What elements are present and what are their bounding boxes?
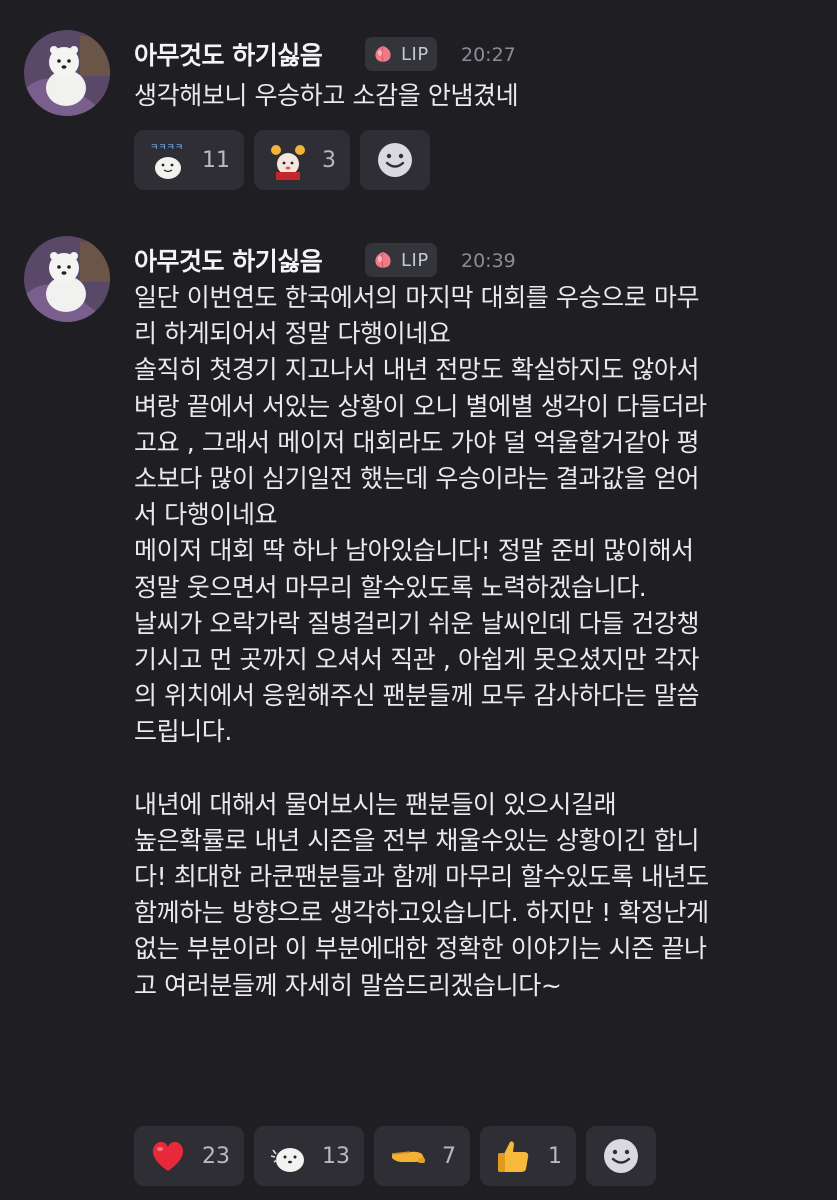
message-line: 정말 웃으면서 마무리 할수있도록 노력하겠습니다. [134,572,647,602]
svg-text:ㅋㅋㅋㅋ: ㅋㅋㅋㅋ [150,143,183,153]
polar-bear-avatar-icon [24,236,110,322]
reaction-count: 23 [202,1143,230,1169]
smiley-add-icon [604,1139,638,1173]
message-line: 높은확률로 내년 시즌을 전부 채울수있는 상황이긴 합니 [134,825,700,855]
reaction-count: 13 [322,1143,350,1169]
reaction-chip[interactable]: 7 [374,1126,470,1186]
badge-label: LIP [401,249,429,271]
message-line-blank [134,750,814,786]
message-body: 일단 이번연도 한국에서의 마지막 대회를 우승으로 마무 리 하게되어서 정말… [134,280,814,1004]
red-heart-icon [146,1134,190,1178]
message-line: 서 다행이네요 [134,500,278,530]
lip-badge: LIP [365,243,437,277]
lip-badge: LIP [365,37,437,71]
timestamp: 20:39 [461,250,516,272]
peach-badge-icon [375,252,391,268]
smiley-add-icon [378,143,412,177]
message-line: 솔직히 첫경기 지고나서 내년 전망도 확실하지도 않아서 [134,355,700,385]
bear-sticker-icon: ㅋㅋㅋㅋ [146,138,190,182]
message-line: 생각해보니 우승하고 소감을 안냄겼네 [134,81,519,110]
polar-bear-avatar-icon [24,30,110,116]
message-line: 고요 , 그래서 메이저 대회라도 가야 덜 억울할거같아 평 [134,427,700,457]
reaction-bar: 23 13 7 1 [134,1126,656,1186]
reaction-chip[interactable]: 13 [254,1126,364,1186]
message-body: 생각해보니 우승하고 소감을 안냄겼네 [134,78,814,114]
message-line: 메이저 대회 딱 하나 남아있습니다! 정말 준비 많이해서 [134,536,694,566]
avatar[interactable] [24,236,110,322]
reaction-count: 11 [202,147,230,173]
reaction-count: 3 [322,147,336,173]
timestamp: 20:27 [461,44,516,66]
author-name[interactable]: 아무것도 하기싫음 [134,36,323,72]
message-line: 함께하는 방향으로 생각하고있습니다. 하지만 ! 확정난게 [134,898,709,928]
reaction-chip[interactable]: ㅋㅋㅋㅋ 11 [134,130,244,190]
message-line: 의 위치에서 응원해주신 팬분들께 모두 감사하다는 말씀 [134,681,700,711]
message-line: 없는 부분이라 이 부분에대한 정확한 이야기는 시즌 끝나 [134,934,707,964]
message-line: 기시고 먼 곳까지 오셔서 직관 , 아쉽게 못오셨지만 각자 [134,644,700,674]
message-line: 내년에 대해서 물어보시는 팬분들이 있으시길래 [134,789,617,819]
cheer-character-icon [266,138,310,182]
author-name[interactable]: 아무것도 하기싫음 [134,242,323,278]
message-line: 벼랑 끝에서 서있는 상황이 오니 별에별 생각이 다들더라 [134,391,707,421]
badge-label: LIP [401,43,429,65]
message-line: 날씨가 오락가락 질병걸리기 쉬운 날씨인데 다들 건강챙 [134,608,700,638]
thumbs-up-icon [492,1134,536,1178]
reaction-chip[interactable]: 1 [480,1126,576,1186]
message-line: 일단 이번연도 한국에서의 마지막 대회를 우승으로 마무 [134,283,700,312]
message-line: 소보다 많이 심기일전 했는데 우승이라는 결과값을 얻어 [134,463,700,493]
message-line: 드립니다. [134,717,232,747]
add-reaction-button[interactable] [360,130,430,190]
reaction-bar: ㅋㅋㅋㅋ 11 3 [134,130,430,190]
message-line: 리 하게되어서 정말 다행이네요 [134,319,451,349]
peach-badge-icon [375,46,391,62]
reaction-chip[interactable]: 3 [254,130,350,190]
add-reaction-button[interactable] [586,1126,656,1186]
bear-sticker-icon [266,1134,310,1178]
message-line: 다! 최대한 라쿤팬분들과 함께 마무리 할수있도록 내년도 [134,862,709,891]
message-line: 고 여러분들께 자세히 말씀드리겠습니다~ [134,970,562,1000]
reaction-chip[interactable]: 23 [134,1126,244,1186]
avatar[interactable] [24,30,110,116]
reaction-count: 1 [548,1143,562,1169]
reaction-count: 7 [442,1143,456,1169]
pointing-hand-icon [386,1134,430,1178]
